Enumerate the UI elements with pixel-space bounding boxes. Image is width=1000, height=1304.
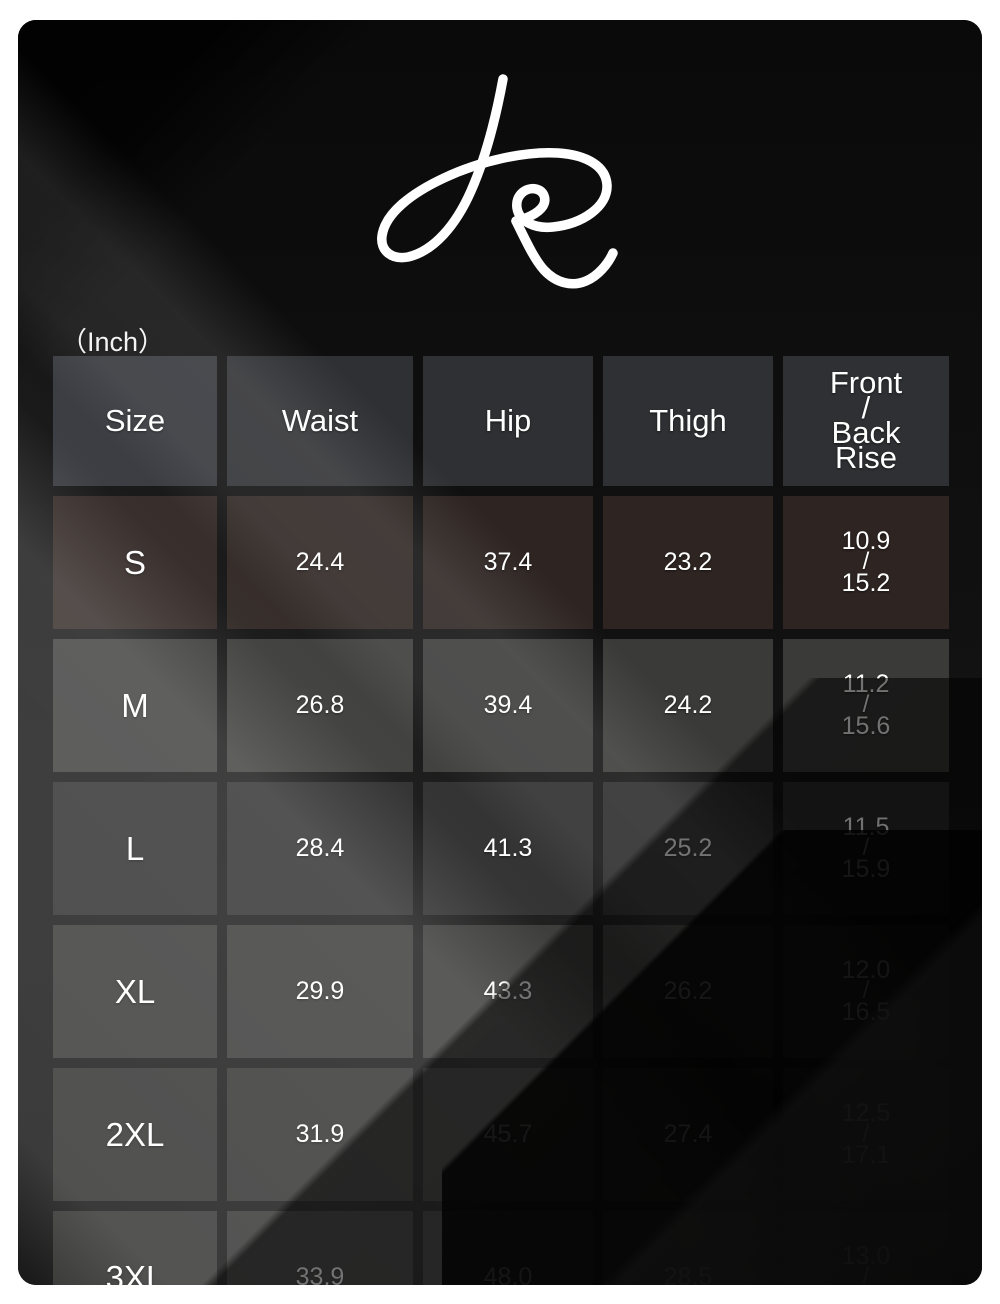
header-hip: Hip xyxy=(423,356,593,486)
size-chart-page: （Inch） Size Waist Hip Thigh Front / Back… xyxy=(0,0,1000,1304)
cell-hip: 45.7 xyxy=(423,1068,593,1201)
table-row: XL 29.9 43.3 26.2 12.0 / 16.5 xyxy=(53,925,963,1058)
table-header-row: Size Waist Hip Thigh Front / Back Rise xyxy=(53,356,963,486)
header-thigh: Thigh xyxy=(603,356,773,486)
cell-waist: 28.4 xyxy=(227,782,413,915)
cell-size: 3XL xyxy=(53,1211,217,1285)
table-row: S 24.4 37.4 23.2 10.9 / 15.2 xyxy=(53,496,963,629)
unit-label: （Inch） xyxy=(60,327,166,357)
cell-waist: 26.8 xyxy=(227,639,413,772)
cell-hip: 39.4 xyxy=(423,639,593,772)
cell-size: 2XL xyxy=(53,1068,217,1201)
header-size: Size xyxy=(53,356,217,486)
cell-waist: 31.9 xyxy=(227,1068,413,1201)
size-chart-card: （Inch） Size Waist Hip Thigh Front / Back… xyxy=(18,20,982,1285)
cell-size: L xyxy=(53,782,217,915)
cell-rise: 13.0 / 17.7 xyxy=(783,1211,949,1285)
cell-hip: 41.3 xyxy=(423,782,593,915)
cell-waist: 29.9 xyxy=(227,925,413,1058)
cell-thigh: 26.2 xyxy=(603,925,773,1058)
cell-thigh: 25.2 xyxy=(603,782,773,915)
cell-hip: 43.3 xyxy=(423,925,593,1058)
header-rise-word: Rise xyxy=(834,439,897,475)
cell-size: M xyxy=(53,639,217,772)
cell-rise: 11.5 / 15.9 xyxy=(783,782,949,915)
cell-hip: 48.0 xyxy=(423,1211,593,1285)
rise-back: 16.5 xyxy=(841,997,891,1026)
table-row: M 26.8 39.4 24.2 11.2 / 15.6 xyxy=(53,639,963,772)
rise-separator: / xyxy=(862,1263,870,1285)
size-table: Size Waist Hip Thigh Front / Back Rise S… xyxy=(53,356,963,1285)
cell-waist: 24.4 xyxy=(227,496,413,629)
cell-thigh: 28.5 xyxy=(603,1211,773,1285)
header-waist: Waist xyxy=(227,356,413,486)
cell-size: XL xyxy=(53,925,217,1058)
cell-hip: 37.4 xyxy=(423,496,593,629)
table-row: 3XL 33.9 48.0 28.5 13.0 / 17.7 xyxy=(53,1211,963,1285)
cell-thigh: 24.2 xyxy=(603,639,773,772)
rise-back: 15.9 xyxy=(841,854,891,883)
cell-size: S xyxy=(53,496,217,629)
rise-back: 15.6 xyxy=(841,711,891,740)
header-front-back-rise: Front / Back Rise xyxy=(783,356,949,486)
cell-rise: 12.5 / 17.1 xyxy=(783,1068,949,1201)
table-row: 2XL 31.9 45.7 27.4 12.5 / 17.1 xyxy=(53,1068,963,1201)
cell-rise: 12.0 / 16.5 xyxy=(783,925,949,1058)
cell-rise: 11.2 / 15.6 xyxy=(783,639,949,772)
cell-rise: 10.9 / 15.2 xyxy=(783,496,949,629)
cell-waist: 33.9 xyxy=(227,1211,413,1285)
cell-thigh: 27.4 xyxy=(603,1068,773,1201)
cell-thigh: 23.2 xyxy=(603,496,773,629)
rise-back: 15.2 xyxy=(841,568,891,597)
table-row: L 28.4 41.3 25.2 11.5 / 15.9 xyxy=(53,782,963,915)
rise-back: 17.1 xyxy=(841,1140,891,1169)
